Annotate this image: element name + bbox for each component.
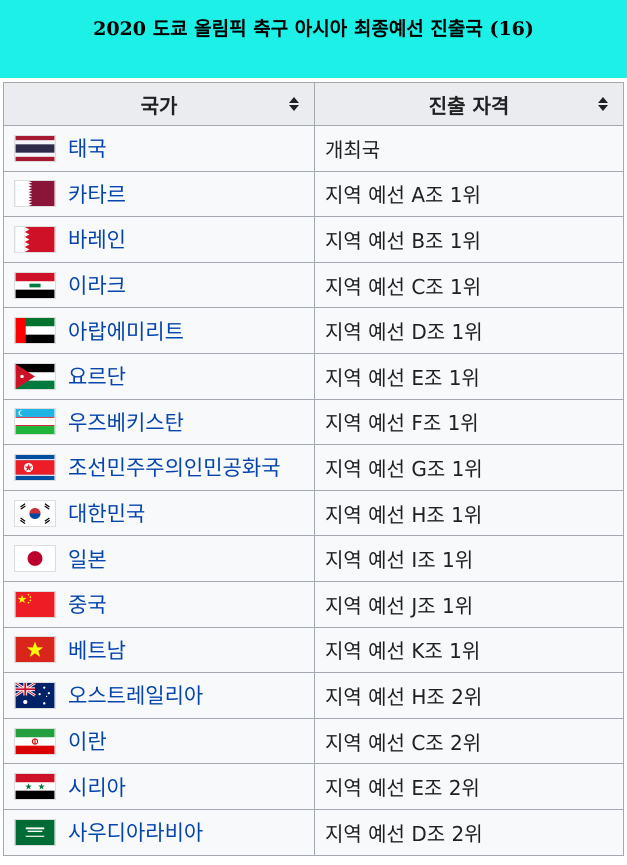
country-cell: 아랍에미리트	[3, 307, 315, 354]
table-row: 이라크 지역 예선 C조 1위	[3, 261, 624, 309]
column-header-label: 국가	[140, 93, 178, 118]
saudi-arabia-flag-icon	[14, 818, 56, 846]
qualification-cell: 지역 예선 E조 2위	[314, 763, 624, 810]
qualification-cell: 지역 예선 D조 2위	[314, 808, 624, 856]
south-korea-flag-icon	[14, 499, 56, 527]
country-link[interactable]: 오스트레일리아	[68, 680, 203, 710]
uae-flag-icon	[14, 317, 56, 345]
qualified-teams-table: 국가 진출 자격 태국 개최국 카타르 지역 예선 A조 1위 바레인 지역 예…	[3, 82, 624, 856]
sort-icon[interactable]	[288, 96, 300, 112]
country-link[interactable]: 대한민국	[68, 498, 145, 528]
country-cell: 시리아	[3, 763, 315, 810]
country-cell: 이란	[3, 717, 315, 765]
iraq-flag-icon	[14, 271, 56, 299]
country-link[interactable]: 태국	[68, 133, 107, 163]
country-link[interactable]: 바레인	[68, 224, 126, 254]
qualification-cell: 지역 예선 F조 1위	[314, 398, 624, 446]
country-link[interactable]: 시리아	[68, 772, 126, 802]
country-cell: 일본	[3, 535, 315, 582]
table-row: 일본 지역 예선 I조 1위	[3, 535, 624, 582]
country-link[interactable]: 이란	[68, 726, 107, 756]
country-link[interactable]: 아랍에미리트	[68, 316, 184, 346]
table-row: 중국 지역 예선 J조 1위	[3, 580, 624, 628]
table-row: 이란 지역 예선 C조 2위	[3, 717, 624, 765]
north-korea-flag-icon	[14, 453, 56, 481]
qualification-cell: 지역 예선 D조 1위	[314, 307, 624, 354]
country-cell: 조선민주주의인민공화국	[3, 444, 315, 491]
qatar-flag-icon	[14, 180, 56, 208]
thailand-flag-icon	[14, 134, 56, 162]
qualification-cell: 지역 예선 H조 2위	[314, 672, 624, 719]
country-cell: 베트남	[3, 626, 315, 674]
country-cell: 중국	[3, 580, 315, 628]
vietnam-flag-icon	[14, 636, 56, 664]
qualification-cell: 지역 예선 G조 1위	[314, 444, 624, 491]
table-row: 베트남 지역 예선 K조 1위	[3, 626, 624, 674]
australia-flag-icon	[14, 681, 56, 709]
table-row: 조선민주주의인민공화국 지역 예선 G조 1위	[3, 444, 624, 491]
country-link[interactable]: 사우디아라비아	[68, 817, 203, 847]
country-link[interactable]: 중국	[68, 589, 107, 619]
country-link[interactable]: 베트남	[68, 635, 126, 665]
jordan-flag-icon	[14, 362, 56, 390]
qualification-cell: 지역 예선 C조 2위	[314, 717, 624, 765]
table-row: 오스트레일리아 지역 예선 H조 2위	[3, 672, 624, 719]
country-cell: 이라크	[3, 261, 315, 309]
country-cell: 대한민국	[3, 489, 315, 537]
country-link[interactable]: 일본	[68, 544, 107, 574]
title-bar: 2020 도쿄 올림픽 축구 아시아 최종예선 진출국 (16)	[0, 0, 627, 78]
qualification-cell: 개최국	[314, 125, 624, 172]
table-row: 아랍에미리트 지역 예선 D조 1위	[3, 307, 624, 354]
table-row: 우즈베키스탄 지역 예선 F조 1위	[3, 398, 624, 446]
syria-flag-icon	[14, 773, 56, 801]
china-flag-icon	[14, 590, 56, 618]
column-header-country[interactable]: 국가	[3, 82, 315, 126]
qualification-cell: 지역 예선 C조 1위	[314, 261, 624, 309]
page-title: 2020 도쿄 올림픽 축구 아시아 최종예선 진출국 (16)	[93, 18, 534, 40]
country-cell: 요르단	[3, 352, 315, 400]
country-cell: 오스트레일리아	[3, 672, 315, 719]
qualification-cell: 지역 예선 H조 1위	[314, 489, 624, 537]
table-row: 시리아 지역 예선 E조 2위	[3, 763, 624, 810]
country-link[interactable]: 이라크	[68, 270, 126, 300]
table-row: 바레인 지역 예선 B조 1위	[3, 216, 624, 263]
column-header-qualification[interactable]: 진출 자격	[314, 82, 624, 126]
country-cell: 사우디아라비아	[3, 808, 315, 856]
table-row: 요르단 지역 예선 E조 1위	[3, 352, 624, 400]
qualification-cell: 지역 예선 E조 1위	[314, 352, 624, 400]
qualification-cell: 지역 예선 K조 1위	[314, 626, 624, 674]
table-row: 카타르 지역 예선 A조 1위	[3, 170, 624, 218]
country-link[interactable]: 조선민주주의인민공화국	[68, 452, 281, 482]
country-cell: 태국	[3, 125, 315, 172]
country-cell: 카타르	[3, 170, 315, 218]
japan-flag-icon	[14, 545, 56, 573]
country-cell: 바레인	[3, 216, 315, 263]
table-header-row: 국가 진출 자격	[3, 82, 624, 126]
table-row: 사우디아라비아 지역 예선 D조 2위	[3, 808, 624, 856]
table-row: 대한민국 지역 예선 H조 1위	[3, 489, 624, 537]
qualification-cell: 지역 예선 B조 1위	[314, 216, 624, 263]
table-row: 태국 개최국	[3, 125, 624, 172]
column-header-label: 진출 자격	[428, 93, 510, 118]
uzbekistan-flag-icon	[14, 408, 56, 436]
country-cell: 우즈베키스탄	[3, 398, 315, 446]
bahrain-flag-icon	[14, 225, 56, 253]
qualification-cell: 지역 예선 I조 1위	[314, 535, 624, 582]
country-link[interactable]: 요르단	[68, 361, 126, 391]
country-link[interactable]: 카타르	[68, 179, 126, 209]
qualification-cell: 지역 예선 J조 1위	[314, 580, 624, 628]
sort-icon[interactable]	[597, 96, 609, 112]
iran-flag-icon	[14, 727, 56, 755]
qualification-cell: 지역 예선 A조 1위	[314, 170, 624, 218]
country-link[interactable]: 우즈베키스탄	[68, 407, 184, 437]
